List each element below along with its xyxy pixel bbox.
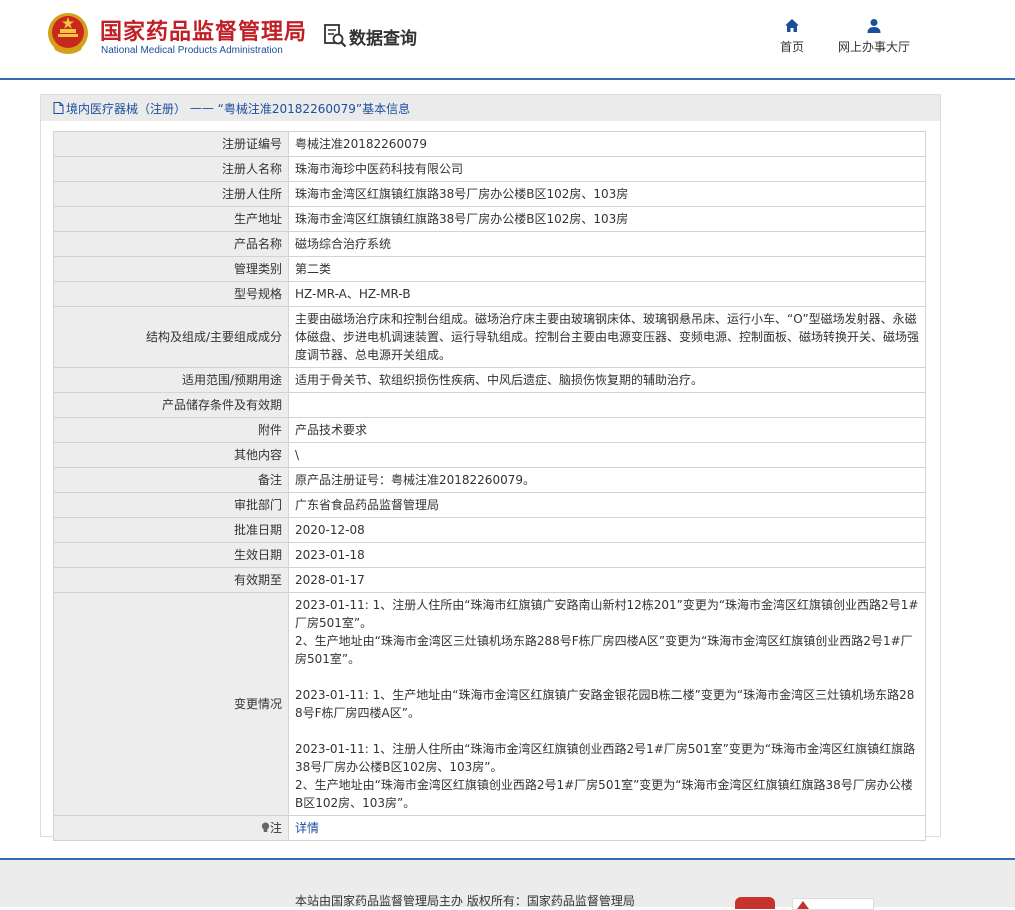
- table-row: 其他内容 \: [53, 442, 926, 468]
- field-label: 适用范围/预期用途: [53, 367, 289, 393]
- footer-copyright: 本站由国家药品监督管理局主办 版权所有：国家药品监督管理局: [295, 894, 635, 908]
- field-label: 有效期至: [53, 567, 289, 593]
- field-value: 珠海市金湾区红旗镇红旗路38号厂房办公楼B区102房、103房: [288, 206, 926, 232]
- field-value: 2020-12-08: [288, 517, 926, 543]
- document-icon: [53, 102, 64, 114]
- nav-online-hall[interactable]: 网上办事大厅: [832, 18, 916, 55]
- field-label: 产品名称: [53, 231, 289, 257]
- field-label: 批准日期: [53, 517, 289, 543]
- field-value: 2028-01-17: [288, 567, 926, 593]
- field-value: HZ-MR-A、HZ-MR-B: [288, 281, 926, 307]
- table-row: 结构及组成/主要组成成分 主要由磁场治疗床和控制台组成。磁场治疗床主要由玻璃钢床体…: [53, 306, 926, 368]
- data-query-logo[interactable]: 数据查询: [323, 23, 417, 49]
- badge-mark-icon: [797, 901, 809, 909]
- field-value: 主要由磁场治疗床和控制台组成。磁场治疗床主要由玻璃钢床体、玻璃钢悬吊床、运行小车…: [288, 306, 926, 368]
- table-row: 有效期至 2028-01-17: [53, 567, 926, 593]
- national-emblem-icon: [48, 13, 88, 54]
- table-row: 产品储存条件及有效期: [53, 392, 926, 418]
- breadcrumb-separator: ——: [189, 101, 214, 115]
- table-row: 审批部门 广东省食品药品监督管理局: [53, 492, 926, 518]
- field-value: 2023-01-18: [288, 542, 926, 568]
- note-label-cell: 注: [53, 815, 289, 841]
- content-panel: 境内医疗器械（注册） —— “粤械注准20182260079”基本信息 注册证编…: [40, 94, 941, 841]
- field-value: 2023-01-11: 1、注册人住所由“珠海市红旗镇广安路南山新村12栋201…: [288, 592, 926, 816]
- field-value: \: [288, 442, 926, 468]
- field-value: [288, 392, 926, 418]
- table-row: 附件 产品技术要求: [53, 417, 926, 443]
- field-value: 产品技术要求: [288, 417, 926, 443]
- table-row: 变更情况 2023-01-11: 1、注册人住所由“珠海市红旗镇广安路南山新村12…: [53, 592, 926, 816]
- table-row: 备注 原产品注册证号：粤械注准20182260079。: [53, 467, 926, 493]
- field-value: 珠海市海珍中医药科技有限公司: [288, 156, 926, 182]
- party-emblem-icon[interactable]: [735, 897, 775, 909]
- lightbulb-icon: [261, 822, 270, 832]
- government-site-badge[interactable]: [792, 898, 874, 910]
- field-label: 附件: [53, 417, 289, 443]
- table-row: 产品名称 磁场综合治疗系统: [53, 231, 926, 257]
- field-value: 磁场综合治疗系统: [288, 231, 926, 257]
- table-row: 管理类别 第二类: [53, 256, 926, 282]
- field-value: 粤械注准20182260079: [288, 131, 926, 157]
- data-query-label: 数据查询: [349, 28, 417, 49]
- table-row: 型号规格 HZ-MR-A、HZ-MR-B: [53, 281, 926, 307]
- field-label: 变更情况: [53, 592, 289, 816]
- table-row: 批准日期 2020-12-08: [53, 517, 926, 543]
- field-label: 型号规格: [53, 281, 289, 307]
- detail-link[interactable]: 详情: [295, 821, 319, 835]
- nav-online-hall-label: 网上办事大厅: [837, 40, 910, 54]
- field-value: 第二类: [288, 256, 926, 282]
- nav-home-label: 首页: [779, 40, 804, 54]
- breadcrumb: 境内医疗器械（注册） —— “粤械注准20182260079”基本信息: [41, 95, 940, 121]
- field-label: 生效日期: [53, 542, 289, 568]
- field-value: 广东省食品药品监督管理局: [288, 492, 926, 518]
- table-row: 适用范围/预期用途 适用于骨关节、软组织损伤性疾病、中风后遗症、脑损伤恢复期的辅助…: [53, 367, 926, 393]
- field-value: 珠海市金湾区红旗镇红旗路38号厂房办公楼B区102房、103房: [288, 181, 926, 207]
- document-search-icon: [324, 24, 347, 48]
- site-title: 国家药品监督管理局: [100, 20, 308, 45]
- table-row: 注册人名称 珠海市海珍中医药科技有限公司: [53, 156, 926, 182]
- field-label: 备注: [53, 467, 289, 493]
- breadcrumb-section-link[interactable]: 境内医疗器械（注册）: [66, 100, 186, 117]
- field-value: 原产品注册证号：粤械注准20182260079。: [288, 467, 926, 493]
- table-row: 注册人住所 珠海市金湾区红旗镇红旗路38号厂房办公楼B区102房、103房: [53, 181, 926, 207]
- table-row: 生产地址 珠海市金湾区红旗镇红旗路38号厂房办公楼B区102房、103房: [53, 206, 926, 232]
- field-label: 审批部门: [53, 492, 289, 518]
- site-header: 国家药品监督管理局 National Medical Products Admi…: [0, 0, 1015, 78]
- registration-info-table: 注册证编号 粤械注准20182260079 注册人名称 珠海市海珍中医药科技有限公司注…: [53, 131, 926, 841]
- field-label: 注册人名称: [53, 156, 289, 182]
- field-label: 产品储存条件及有效期: [53, 392, 289, 418]
- nav-home[interactable]: 首页: [775, 18, 809, 55]
- site-footer: 本站由国家药品监督管理局主办 版权所有：国家药品监督管理局: [0, 860, 1015, 910]
- note-label: 注: [269, 821, 282, 835]
- table-row-note: 注 详情: [53, 815, 926, 841]
- field-label: 注册人住所: [53, 181, 289, 207]
- field-label: 管理类别: [53, 256, 289, 282]
- user-icon: [867, 19, 881, 33]
- field-label: 生产地址: [53, 206, 289, 232]
- home-icon: [785, 19, 799, 32]
- site-subtitle: National Medical Products Administration: [101, 45, 283, 56]
- field-label: 注册证编号: [53, 131, 289, 157]
- breadcrumb-current: “粤械注准20182260079”基本信息: [217, 101, 411, 116]
- field-label: 结构及组成/主要组成成分: [53, 306, 289, 368]
- table-row: 注册证编号 粤械注准20182260079: [53, 131, 926, 157]
- field-label: 其他内容: [53, 442, 289, 468]
- note-value-cell: 详情: [288, 815, 926, 841]
- table-row: 生效日期 2023-01-18: [53, 542, 926, 568]
- header-divider: [0, 78, 1015, 80]
- field-value: 适用于骨关节、软组织损伤性疾病、中风后遗症、脑损伤恢复期的辅助治疗。: [288, 367, 926, 393]
